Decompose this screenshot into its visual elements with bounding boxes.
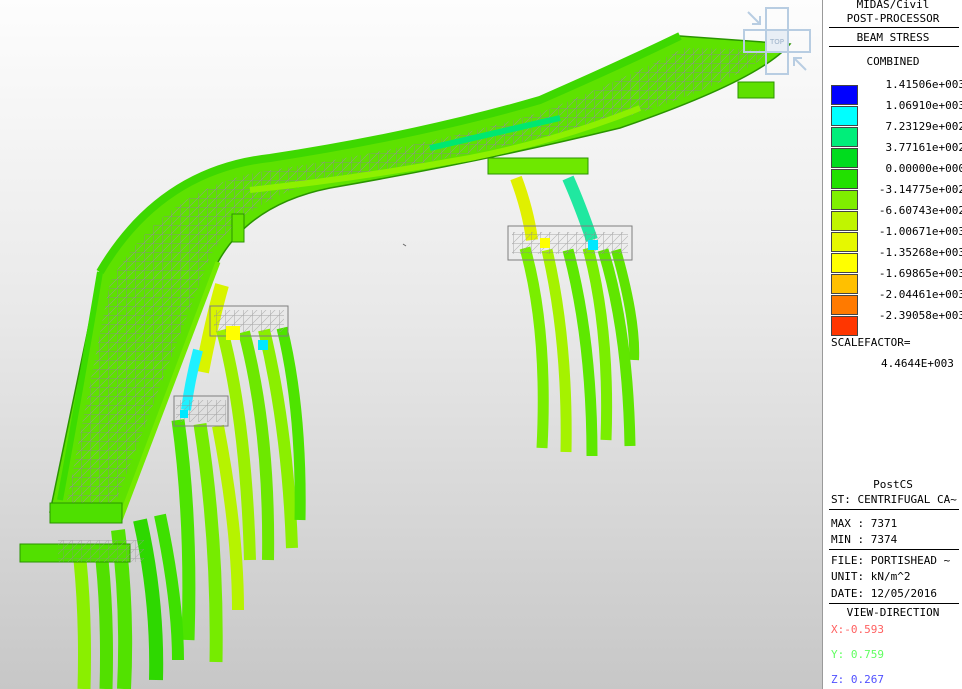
origin-marker (402, 243, 407, 247)
legend-row: -2.39058e+003 (831, 309, 962, 337)
stage-label: PostCS (873, 478, 913, 491)
divider (829, 46, 959, 47)
legend-value: -2.39058e+003 (878, 309, 962, 322)
legend-value: 7.23129e+002 (885, 120, 962, 133)
legend-value: -3.14775e+002 (878, 183, 962, 196)
legend-swatch (831, 106, 858, 126)
divider (829, 603, 959, 604)
legend-value: -1.69865e+003 (878, 267, 962, 280)
unit-label: UNIT: kN/m^2 (831, 570, 911, 583)
result-legend-panel: MIDAS/Civil POST-PROCESSOR BEAM STRESS C… (822, 0, 962, 689)
legend-value: 0.00000e+000 (885, 162, 962, 175)
result-component: COMBINED (866, 55, 920, 68)
bridge-deck (49, 32, 792, 524)
view-direction-y: Y: 0.759 (831, 648, 884, 661)
legend-value: -6.60743e+002 (878, 204, 962, 217)
legend-swatch (831, 85, 858, 105)
view-cube-face-label: TOP (769, 38, 784, 46)
result-type: BEAM STRESS (856, 31, 930, 44)
legend-swatch (831, 274, 858, 294)
divider (829, 509, 959, 510)
view-cube-icon[interactable]: TOP (742, 6, 814, 78)
view-cube[interactable]: TOP (742, 6, 814, 78)
legend-swatch (831, 316, 858, 336)
app-subtitle: POST-PROCESSOR (846, 12, 940, 25)
scale-factor-value: 4.4644E+003 (881, 357, 954, 370)
divider (829, 549, 959, 550)
legend-swatch (831, 148, 858, 168)
legend-swatch (831, 211, 858, 231)
legend-value: 1.06910e+003 (885, 99, 962, 112)
min-element: MIN : 7374 (831, 533, 898, 546)
model-viewport[interactable]: TOP (0, 0, 822, 689)
legend-swatch (831, 295, 858, 315)
date-label: DATE: 12/05/2016 (831, 587, 937, 600)
load-case-label: ST: CENTRIFUGAL CA~ (831, 493, 957, 506)
view-direction-label: VIEW-DIRECTION (846, 606, 940, 619)
legend-swatch (831, 127, 858, 147)
max-element: MAX : 7371 (831, 517, 898, 530)
app-title: MIDAS/Civil (856, 0, 930, 11)
legend-swatch (831, 253, 858, 273)
legend-value: 3.77161e+002 (885, 141, 962, 154)
divider (829, 27, 959, 28)
legend-value: 1.41506e+003 (885, 78, 962, 91)
view-direction-x: X:-0.593 (831, 623, 884, 636)
legend-value: -2.04461e+003 (878, 288, 962, 301)
legend-swatch (831, 169, 858, 189)
view-direction-z: Z: 0.267 (831, 673, 884, 686)
file-label: FILE: PORTISHEAD ~ (831, 554, 951, 567)
legend-swatch (831, 190, 858, 210)
scale-factor-label: SCALEFACTOR= (831, 336, 911, 349)
legend-value: -1.00671e+003 (878, 225, 962, 238)
bridge-stress-model (19, 32, 792, 689)
legend-swatch (831, 232, 858, 252)
legend-value: -1.35268e+003 (878, 246, 962, 259)
pier-group-middle (181, 283, 306, 561)
pier-group-right (507, 175, 640, 457)
